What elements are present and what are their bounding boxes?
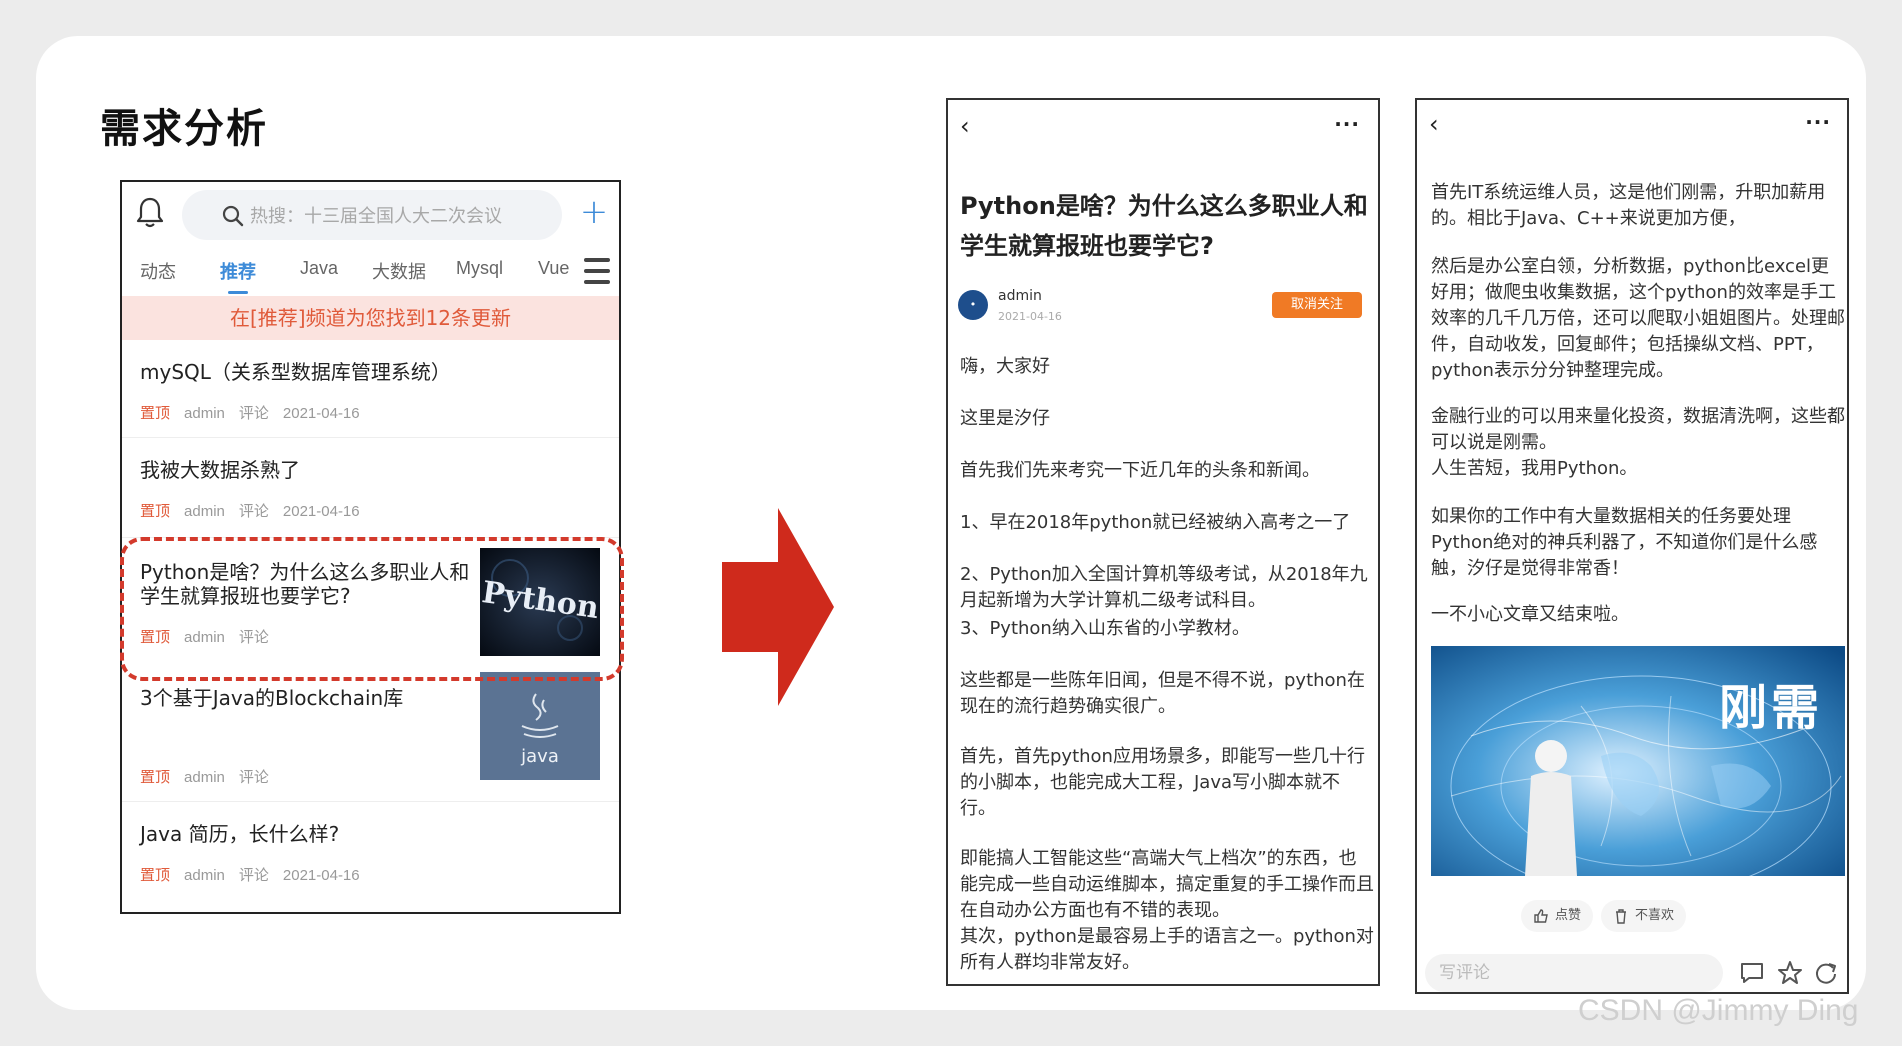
slide-title: 需求分析 <box>100 106 268 152</box>
pin-badge: 置顶 <box>140 769 171 786</box>
search-icon <box>222 205 244 227</box>
list-item[interactable]: Java 简历，长什么样? 置顶 admin 评论 2021-04-16 <box>122 802 619 912</box>
article-title[interactable]: Java 简历，长什么样? <box>140 822 339 846</box>
article-image: 刚需 <box>1431 646 1845 876</box>
article-title[interactable]: mySQL（关系型数据库管理系统） <box>140 360 451 384</box>
paragraph: 这里是汐仔 <box>960 408 1050 429</box>
tab-vue[interactable]: Vue <box>538 258 569 279</box>
paragraph: 一不小心文章又结束啦。 <box>1431 604 1629 625</box>
comment-bar: 写评论 <box>1417 950 1847 992</box>
article-comment-link[interactable]: 评论 <box>239 867 269 884</box>
article-comment-link[interactable]: 评论 <box>239 769 269 786</box>
paragraph: 即能搞人工智能这些“高端大气上档次”的东西，也能完成一些自动运维脚本，搞定重复的… <box>960 848 1374 921</box>
paragraph: 其次，python是最容易上手的语言之一。python对所有人群均非常友好。 <box>960 926 1374 973</box>
tab-dynamic[interactable]: 动态 <box>140 258 176 284</box>
java-thumbnail[interactable]: java <box>480 672 600 780</box>
article-title[interactable]: 3个基于Java的Blockchain库 <box>140 686 403 710</box>
bell-icon[interactable] <box>134 196 166 230</box>
feed-header: 热搜：十三届全国人大二次会议 + <box>122 182 619 246</box>
thumb-text: java <box>520 746 559 767</box>
back-icon[interactable]: ‹ <box>960 112 970 140</box>
article-meta: 置顶 admin 评论 2021-04-16 <box>140 402 374 423</box>
article-meta: 置顶 admin 评论 2021-04-16 <box>140 864 374 885</box>
search-input[interactable]: 热搜：十三届全国人大二次会议 <box>182 190 562 240</box>
pin-badge: 置顶 <box>140 503 171 520</box>
paragraph: 这些都是一些陈年旧闻，但是不得不说，python在现在的流行趋势确实很广。 <box>960 670 1365 717</box>
article-title: Python是啥？为什么这么多职业人和学生就算报班也要学它? <box>960 192 1368 260</box>
pin-badge: 置顶 <box>140 867 171 884</box>
more-icon[interactable]: ··· <box>1334 112 1360 136</box>
highlight-outline <box>120 537 624 681</box>
paragraph: 嗨，大家好 <box>960 356 1050 377</box>
menu-icon[interactable] <box>584 258 610 286</box>
watermark: CSDN @Jimmy Ding <box>1578 994 1859 1027</box>
trash-icon <box>1616 909 1626 924</box>
article-date: 2021-04-16 <box>282 867 360 884</box>
unfollow-button[interactable]: 取消关注 <box>1272 292 1362 318</box>
article-title[interactable]: 我被大数据杀熟了 <box>140 458 300 482</box>
star-icon[interactable] <box>1777 960 1803 986</box>
search-placeholder: 热搜：十三届全国人大二次会议 <box>250 206 502 227</box>
article-author: admin <box>184 769 225 786</box>
dislike-label: 不喜欢 <box>1635 908 1675 923</box>
tab-mysql[interactable]: Mysql <box>456 258 503 279</box>
paragraph: 金融行业的可以用来量化投资，数据清洗啊，这些都可以说是刚需。 <box>1431 406 1845 453</box>
article-meta: 置顶 admin 评论 2021-04-16 <box>140 500 374 521</box>
pin-badge: 置顶 <box>140 405 171 422</box>
list-item[interactable]: mySQL（关系型数据库管理系统） 置顶 admin 评论 2021-04-16 <box>122 340 619 438</box>
author-name[interactable]: admin <box>998 288 1042 304</box>
paragraph: 首先我们先来考究一下近几年的头条和新闻。 <box>960 460 1320 481</box>
paragraph: 首先，首先python应用场景多，即能写一些几十行的小脚本，也能完成大工程，Ja… <box>960 746 1365 819</box>
article-author: admin <box>184 867 225 884</box>
add-icon[interactable]: + <box>576 194 612 230</box>
article-date: 2021-04-16 <box>282 405 360 422</box>
update-notice: 在[推荐]频道为您找到12条更新 <box>122 296 619 340</box>
arrow-right-icon <box>722 508 834 706</box>
paragraph: 2、Python加入全国计算机等级考试，从2018年九月起新增为大学计算机二级考… <box>960 564 1368 611</box>
article-meta: 置顶 admin 评论 <box>140 766 283 787</box>
article-continued-screen: ‹ ··· 首先IT系统运维人员，这是他们刚需，升职加薪用的。相比于Java、C… <box>1415 98 1849 994</box>
comment-icon[interactable] <box>1739 960 1765 986</box>
paragraph: 如果你的工作中有大量数据相关的任务要处理Python绝对的神兵利器了，不知道你们… <box>1431 506 1818 579</box>
tab-recommend[interactable]: 推荐 <box>220 258 256 294</box>
channel-tabs: 动态 推荐 Java 大数据 Mysql Vue <box>122 246 619 296</box>
back-icon[interactable]: ‹ <box>1429 110 1439 138</box>
comment-input[interactable]: 写评论 <box>1425 954 1723 992</box>
paragraph: 然后是办公室白领，分析数据，python比excel更好用；做爬虫收集数据，这个… <box>1431 256 1845 381</box>
list-item[interactable]: 我被大数据杀熟了 置顶 admin 评论 2021-04-16 <box>122 438 619 538</box>
like-button[interactable]: 点赞 <box>1521 900 1594 932</box>
share-icon[interactable] <box>1813 960 1839 986</box>
article-comment-link[interactable]: 评论 <box>239 405 269 422</box>
author-row: • admin 2021-04-16 取消关注 <box>958 288 1368 328</box>
paragraph: 1、早在2018年python就已经被纳入高考之一了 <box>960 512 1351 533</box>
thumbs-up-icon <box>1534 909 1548 923</box>
tab-java[interactable]: Java <box>300 258 338 279</box>
avatar[interactable]: • <box>958 290 988 320</box>
paragraph: 3、Python纳入山东省的小学教材。 <box>960 618 1250 639</box>
article-detail-screen: ‹ ··· Python是啥？为什么这么多职业人和学生就算报班也要学它? • a… <box>946 98 1380 986</box>
paragraph: 首先IT系统运维人员，这是他们刚需，升职加薪用的。相比于Java、C++来说更加… <box>1431 182 1826 229</box>
more-icon[interactable]: ··· <box>1805 110 1831 134</box>
like-label: 点赞 <box>1555 908 1582 923</box>
image-caption: 刚需 <box>1718 680 1823 736</box>
tab-bigdata[interactable]: 大数据 <box>372 258 426 284</box>
paragraph: 人生苦短，我用Python。 <box>1431 458 1638 479</box>
list-item[interactable]: 3个基于Java的Blockchain库 置顶 admin 评论 java <box>122 670 619 802</box>
reaction-row: 点赞 不喜欢 <box>1417 900 1847 932</box>
dislike-button[interactable]: 不喜欢 <box>1601 900 1687 932</box>
article-date: 2021-04-16 <box>282 503 360 520</box>
article-comment-link[interactable]: 评论 <box>239 503 269 520</box>
publish-date: 2021-04-16 <box>998 310 1062 323</box>
article-author: admin <box>184 503 225 520</box>
article-author: admin <box>184 405 225 422</box>
